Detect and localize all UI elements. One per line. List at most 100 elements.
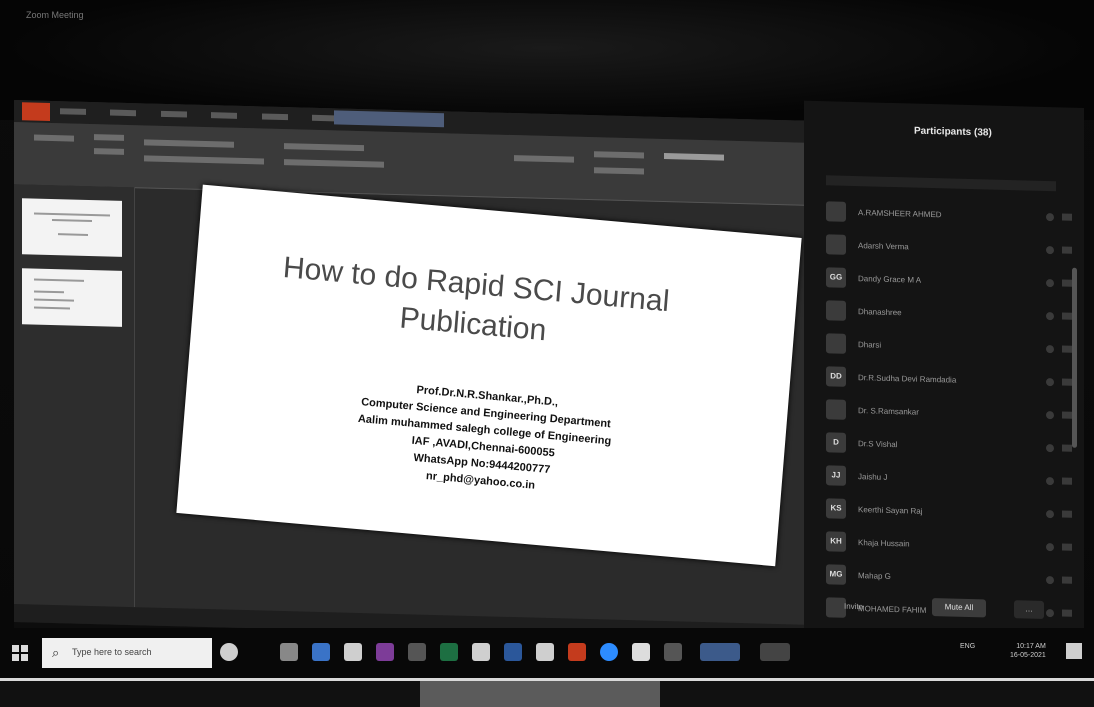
camera-icon[interactable] [1062, 312, 1072, 320]
notification-icon[interactable] [1066, 643, 1082, 659]
font-controls[interactable] [144, 139, 234, 148]
participants-scrollbar[interactable] [1072, 267, 1077, 448]
tray-clock[interactable]: 10:17 AM 16-05-2021 [1010, 642, 1046, 660]
slide-thumbnail-1[interactable] [22, 198, 122, 257]
app-icon-2[interactable] [344, 643, 362, 661]
camera-icon[interactable] [1062, 378, 1072, 386]
app-icon-6[interactable] [536, 643, 554, 661]
chrome-icon[interactable] [632, 643, 650, 661]
participant-row[interactable]: Adarsh Verma [826, 234, 1076, 265]
microphone-icon[interactable] [1046, 576, 1054, 585]
alignment-controls[interactable] [284, 159, 384, 168]
microphone-icon[interactable] [1046, 510, 1054, 519]
font-format-controls[interactable] [144, 155, 264, 165]
participant-name: Dhanashree [858, 307, 902, 318]
taskbar-search-box[interactable]: ⌕ Type here to search [42, 638, 212, 668]
search-icon: ⌕ [52, 645, 60, 660]
powerpoint-icon[interactable] [568, 643, 586, 661]
camera-icon[interactable] [1062, 345, 1072, 353]
participant-name: Keerthi Sayan Raj [858, 505, 923, 516]
microphone-icon[interactable] [1046, 411, 1054, 420]
ribbon-tab-home[interactable] [60, 108, 86, 115]
participants-title: Participants (38) [914, 125, 992, 139]
zoom-icon[interactable] [600, 643, 618, 661]
camera-icon[interactable] [1062, 543, 1072, 551]
zoom-share-toolbar[interactable] [664, 153, 724, 161]
microphone-icon[interactable] [1046, 279, 1054, 288]
participant-name: Adarsh Verma [858, 241, 909, 252]
shapes-gallery[interactable] [514, 155, 574, 163]
camera-icon[interactable] [1062, 246, 1072, 254]
more-options-button[interactable]: ... [1014, 600, 1044, 619]
camera-icon[interactable] [1062, 411, 1072, 419]
microphone-icon[interactable] [1046, 378, 1054, 387]
microphone-icon[interactable] [1046, 543, 1054, 552]
microphone-icon[interactable] [1046, 345, 1054, 354]
paragraph-controls[interactable] [284, 143, 364, 152]
word-icon[interactable] [504, 643, 522, 661]
participants-panel: Participants (38) A.RAMSHEER AHMED Adarsh… [804, 100, 1084, 669]
camera-icon[interactable] [1062, 279, 1072, 287]
participant-row[interactable]: Dharsi [826, 333, 1076, 364]
file-tab[interactable] [22, 102, 50, 121]
camera-icon[interactable] [1062, 609, 1072, 617]
new-slide-button[interactable] [94, 134, 124, 141]
ribbon-tab-animations[interactable] [261, 113, 288, 121]
app-icon-3[interactable] [376, 643, 394, 661]
microphone-icon[interactable] [1046, 213, 1054, 222]
participant-row[interactable]: KH Khaja Hussain [826, 531, 1076, 562]
avatar [826, 333, 846, 354]
microphone-icon[interactable] [1046, 609, 1054, 618]
participant-row[interactable]: MG Mahap G [826, 564, 1076, 595]
camera-icon[interactable] [1062, 510, 1072, 518]
find-button[interactable] [594, 151, 644, 159]
avatar [826, 300, 846, 321]
start-button[interactable] [12, 645, 28, 661]
share-status-icon[interactable] [700, 643, 740, 661]
participant-row[interactable]: JJ Jaishu J [826, 465, 1076, 496]
participant-row[interactable]: Dr. S.Ramsankar [826, 399, 1076, 430]
avatar [826, 201, 846, 222]
participant-row[interactable]: Dhanashree [826, 300, 1076, 331]
participant-row[interactable]: DD Dr.R.Sudha Devi Ramdadia [826, 366, 1076, 397]
microphone-icon[interactable] [1046, 477, 1054, 486]
avatar [826, 399, 846, 420]
app-icon-1[interactable] [312, 643, 330, 661]
avatar: KH [826, 531, 846, 552]
microphone-icon[interactable] [1046, 444, 1054, 453]
participant-name: A.RAMSHEER AHMED [858, 208, 942, 220]
participant-row[interactable]: KS Keerthi Sayan Raj [826, 498, 1076, 529]
camera-icon[interactable] [1062, 444, 1072, 452]
microphone-icon[interactable] [1046, 312, 1054, 321]
ribbon-tab-design[interactable] [160, 110, 187, 118]
layout-button[interactable] [94, 148, 124, 155]
camera-icon[interactable] [1062, 213, 1072, 221]
app-icon-7[interactable] [664, 643, 682, 661]
participant-row[interactable]: GG Dandy Grace M A [826, 267, 1076, 298]
slide-thumbnail-2[interactable] [22, 268, 122, 327]
tray-language[interactable]: ENG [960, 642, 975, 651]
excel-icon[interactable] [440, 643, 458, 661]
app-icon-8[interactable] [760, 643, 790, 661]
current-slide[interactable]: How to do Rapid SCI Journal Publication … [176, 184, 802, 567]
participants-search[interactable] [826, 175, 1056, 192]
camera-icon[interactable] [1062, 477, 1072, 485]
microphone-icon[interactable] [1046, 246, 1054, 255]
app-icon-5[interactable] [472, 643, 490, 661]
avatar: D [826, 432, 846, 453]
participant-row[interactable]: A.RAMSHEER AHMED [826, 201, 1076, 232]
participant-name: MOHAMED FAHIM [858, 604, 927, 615]
mute-all-button[interactable]: Mute All [932, 598, 986, 618]
paste-button[interactable] [34, 134, 74, 142]
ribbon-tab-insert[interactable] [110, 109, 137, 117]
ribbon-tab-transitions[interactable] [211, 112, 238, 119]
participant-row[interactable]: D Dr.S Vishal [826, 432, 1076, 463]
screen-share-banner[interactable] [334, 110, 444, 128]
participant-name: Dandy Grace M A [858, 274, 922, 285]
invite-button[interactable]: Invite [844, 602, 863, 612]
recycle-icon[interactable] [220, 643, 238, 661]
task-view-icon[interactable] [280, 643, 298, 661]
camera-icon[interactable] [1062, 576, 1072, 584]
app-icon-4[interactable] [408, 643, 426, 661]
replace-button[interactable] [594, 167, 644, 175]
